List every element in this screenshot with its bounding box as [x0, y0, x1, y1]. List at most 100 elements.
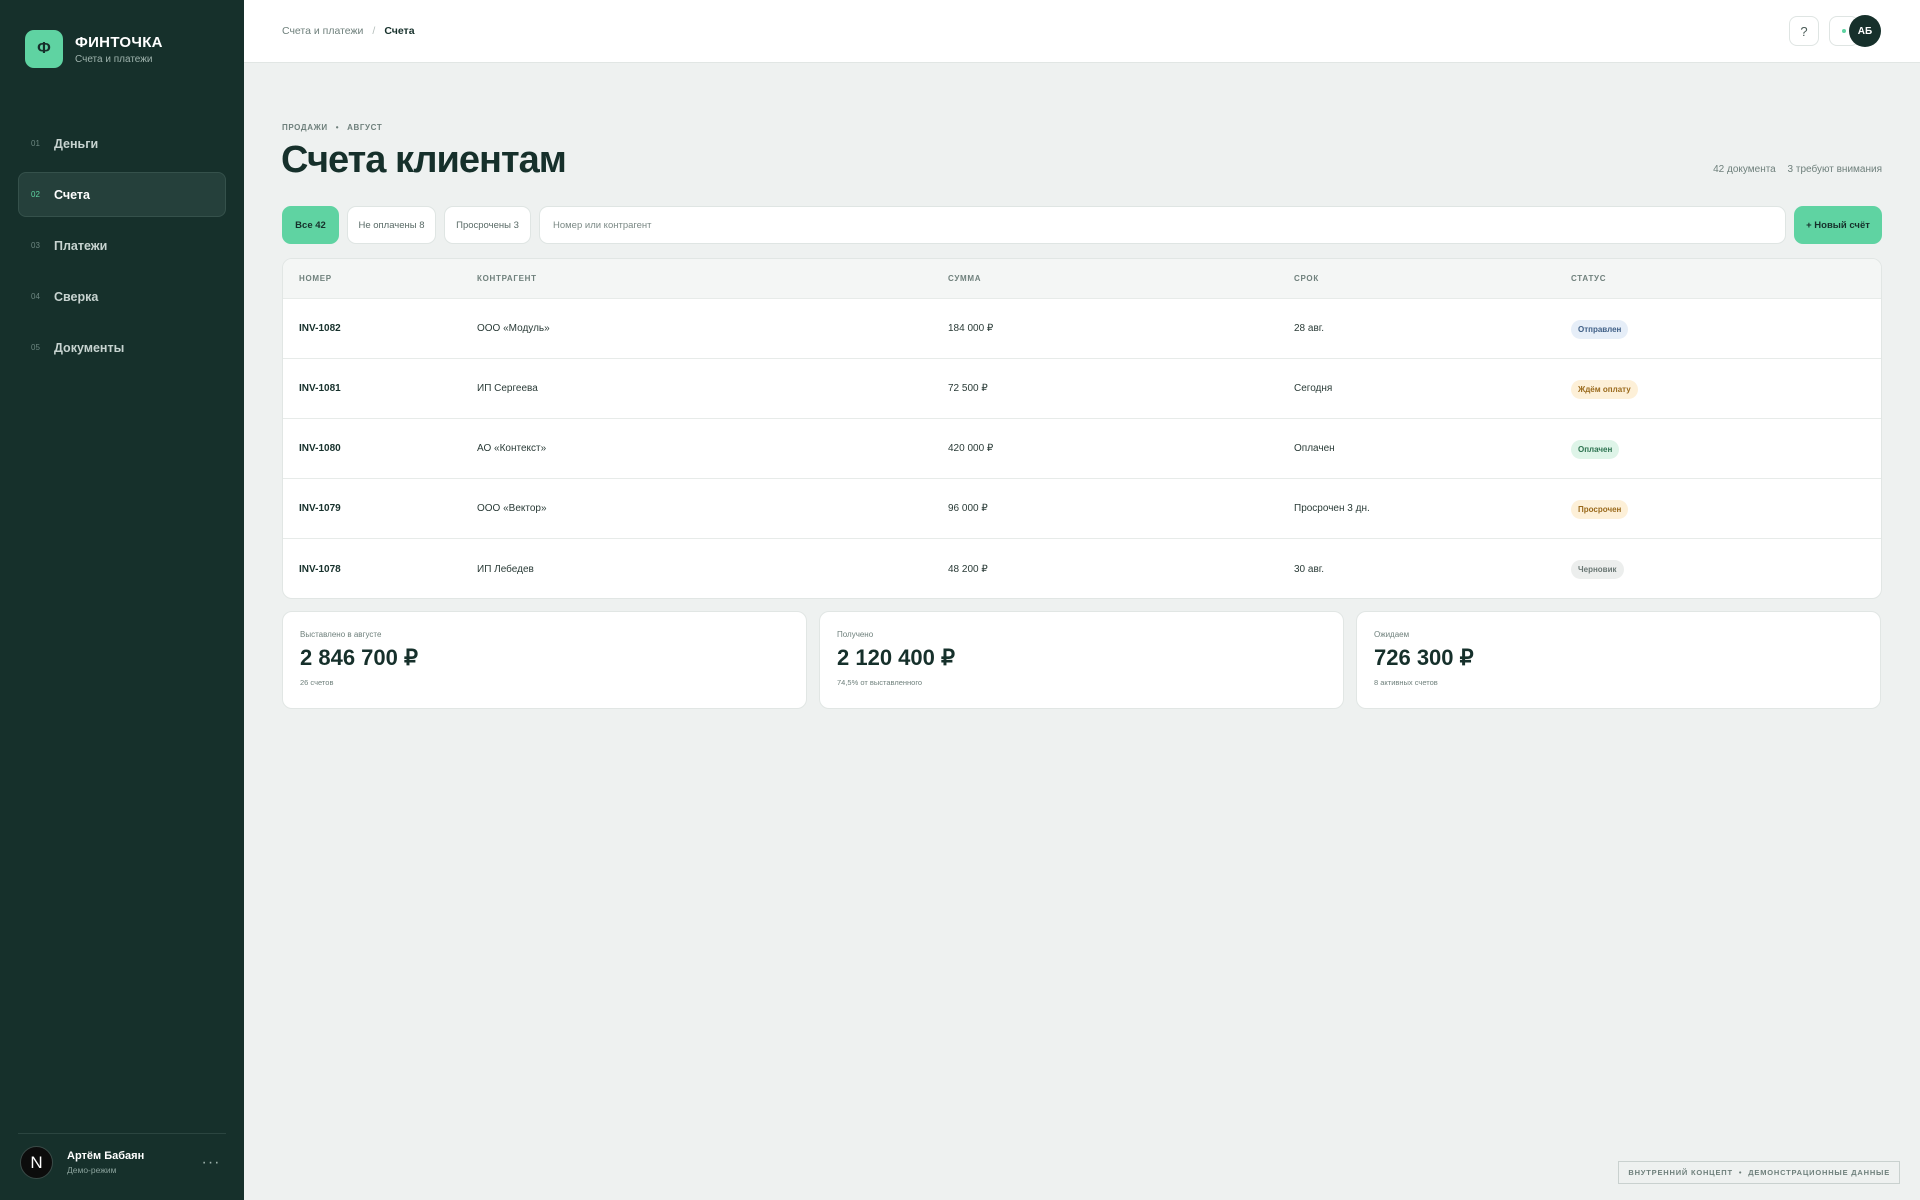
stat-card-issued: Выставлено в августе 2 846 700 ₽ 26 счет… [282, 611, 807, 709]
eyebrow-bullet: • [335, 123, 340, 132]
invoice-number: INV-1078 [299, 563, 341, 575]
stat-value: 2 846 700 ₽ [300, 645, 418, 670]
stat-note: 8 активных счетов [1374, 678, 1438, 687]
breadcrumb-separator: / [372, 25, 376, 37]
brand[interactable]: Ф ФИНТОЧКА Счета и платежи [25, 30, 163, 68]
invoice-number: INV-1081 [299, 383, 341, 394]
filter-unpaid[interactable]: Не оплачены 8 [347, 206, 436, 244]
page-eyebrow: ПРОДАЖИ • АВГУСТ [282, 123, 382, 132]
invoices-table: НОМЕР КОНТРАГЕНТ СУММА СРОК СТАТУС INV-1… [282, 258, 1882, 599]
invoice-counterparty: ООО «Модуль» [477, 323, 550, 334]
demo-label-right: ДЕМОНСТРАЦИОННЫЕ ДАННЫЕ [1748, 1168, 1890, 1177]
nav-item-label: Деньги [54, 136, 99, 151]
sidebar-nav: 01 Деньги 02 Счета 03 Платежи 04 Сверка … [18, 121, 226, 376]
invoice-number: INV-1079 [299, 503, 341, 514]
user-info: Артём Бабаян Демо-режим [67, 1150, 200, 1175]
status-badge: Оплачен [1571, 439, 1620, 459]
invoice-counterparty: АО «Контекст» [477, 443, 547, 454]
brand-name: ФИНТОЧКА [75, 33, 163, 51]
column-due[interactable]: СРОК [1294, 274, 1571, 283]
invoice-counterparty: ИП Сергеева [477, 383, 538, 394]
search-input[interactable] [539, 206, 1786, 244]
filter-toolbar: Все 42 Не оплачены 8 Просрочены 3 + Новы… [282, 206, 1882, 244]
filter-all[interactable]: Все 42 [282, 206, 339, 244]
invoice-counterparty: ИП Лебедев [477, 563, 534, 575]
invoice-amount: 420 000 ₽ [948, 443, 994, 454]
nav-item-label: Сверка [54, 289, 99, 304]
table-row[interactable]: INV-1080 АО «Контекст» 420 000 ₽ Оплачен… [283, 419, 1881, 479]
nav-item-number: 02 [31, 190, 40, 199]
new-invoice-button[interactable]: + Новый счёт [1794, 206, 1882, 244]
table-row[interactable]: INV-1079 ООО «Вектор» 96 000 ₽ Просрочен… [283, 479, 1881, 539]
invoice-due: 30 авг. [1294, 563, 1324, 575]
sidebar-item-reconciliation[interactable]: 04 Сверка [18, 274, 226, 319]
nav-item-label: Документы [54, 340, 125, 355]
column-amount[interactable]: СУММА [948, 274, 1294, 283]
stat-label: Выставлено в августе [300, 630, 382, 639]
stat-note: 26 счетов [300, 678, 334, 687]
user-mode: Демо-режим [67, 1165, 117, 1175]
table-row[interactable]: INV-1078 ИП Лебедев 48 200 ₽ 30 авг. Чер… [283, 539, 1881, 598]
nav-item-label: Платежи [54, 238, 108, 253]
invoice-counterparty: ООО «Вектор» [477, 503, 547, 514]
eyebrow-period: АВГУСТ [347, 123, 383, 132]
invoice-amount: 96 000 ₽ [948, 503, 988, 514]
summary-cards: Выставлено в августе 2 846 700 ₽ 26 счет… [282, 611, 1882, 709]
nav-item-label: Счета [54, 187, 90, 202]
column-counterparty[interactable]: КОНТРАГЕНТ [477, 274, 948, 283]
sidebar-divider [18, 1133, 226, 1134]
column-number[interactable]: НОМЕР [283, 274, 477, 283]
status-badge: Ждём оплату [1571, 379, 1638, 399]
sidebar-item-payments[interactable]: 03 Платежи [18, 223, 226, 268]
invoice-due: 28 авг. [1294, 323, 1324, 334]
stat-value: 726 300 ₽ [1374, 645, 1474, 670]
table-row[interactable]: INV-1081 ИП Сергеева 72 500 ₽ Сегодня Жд… [283, 359, 1881, 419]
meta-documents: 42 документа [1713, 164, 1776, 175]
sidebar-item-documents[interactable]: 05 Документы [18, 325, 226, 370]
help-button[interactable]: ? [1789, 16, 1819, 46]
nav-item-number: 01 [31, 139, 40, 148]
user-profile: N Артём Бабаян Демо-режим ··· [20, 1146, 222, 1179]
status-badge: Черновик [1571, 560, 1624, 579]
stat-label: Ожидаем [1374, 630, 1410, 639]
page-title: Счета клиентам [281, 139, 567, 181]
invoice-due: Сегодня [1294, 383, 1333, 394]
breadcrumb-current: Счета [384, 25, 415, 37]
invoice-number: INV-1080 [299, 443, 341, 454]
stat-card-received: Получено 2 120 400 ₽ 74,5% от выставленн… [819, 611, 1344, 709]
page-meta: 42 документа 3 требуют внимания [1713, 164, 1882, 175]
eyebrow-section: ПРОДАЖИ [282, 123, 328, 132]
invoice-number: INV-1082 [299, 323, 341, 334]
header-avatar[interactable]: АБ [1849, 15, 1881, 47]
status-badge: Просрочен [1571, 499, 1629, 519]
invoice-amount: 72 500 ₽ [948, 383, 988, 394]
question-icon: ? [1800, 23, 1808, 39]
stat-card-expected: Ожидаем 726 300 ₽ 8 активных счетов [1356, 611, 1881, 709]
stat-value: 2 120 400 ₽ [837, 645, 955, 670]
filter-overdue[interactable]: Просрочены 3 [444, 206, 531, 244]
more-icon[interactable]: ··· [200, 1154, 222, 1172]
column-status[interactable]: СТАТУС [1571, 274, 1881, 283]
user-avatar[interactable]: N [20, 1146, 53, 1179]
nav-item-number: 05 [31, 343, 40, 352]
brand-subtitle: Счета и платежи [75, 53, 153, 65]
top-header: Счета и платежи / Счета ? АБ [244, 0, 1920, 63]
sidebar: Ф ФИНТОЧКА Счета и платежи 01 Деньги 02 … [0, 0, 244, 1200]
stat-note: 74,5% от выставленного [837, 678, 923, 687]
invoice-due: Оплачен [1294, 443, 1335, 454]
breadcrumb-parent[interactable]: Счета и платежи [282, 25, 363, 37]
user-name: Артём Бабаян [67, 1150, 145, 1162]
demo-label-left: ВНУТРЕННИЙ КОНЦЕПТ [1628, 1168, 1733, 1177]
sidebar-item-money[interactable]: 01 Деньги [18, 121, 226, 166]
invoice-amount: 184 000 ₽ [948, 323, 994, 334]
dot-icon [1842, 29, 1846, 33]
invoice-due: Просрочен 3 дн. [1294, 503, 1370, 514]
nav-item-number: 04 [31, 292, 40, 301]
sidebar-item-invoices[interactable]: 02 Счета [18, 172, 226, 217]
demo-label-separator: • [1738, 1168, 1743, 1177]
table-row[interactable]: INV-1082 ООО «Модуль» 184 000 ₽ 28 авг. … [283, 299, 1881, 359]
brand-logo: Ф [25, 30, 63, 68]
table-header: НОМЕР КОНТРАГЕНТ СУММА СРОК СТАТУС [283, 259, 1881, 299]
demo-label: ВНУТРЕННИЙ КОНЦЕПТ • ДЕМОНСТРАЦИОННЫЕ ДА… [1618, 1161, 1900, 1184]
meta-attention: 3 требуют внимания [1787, 164, 1882, 175]
